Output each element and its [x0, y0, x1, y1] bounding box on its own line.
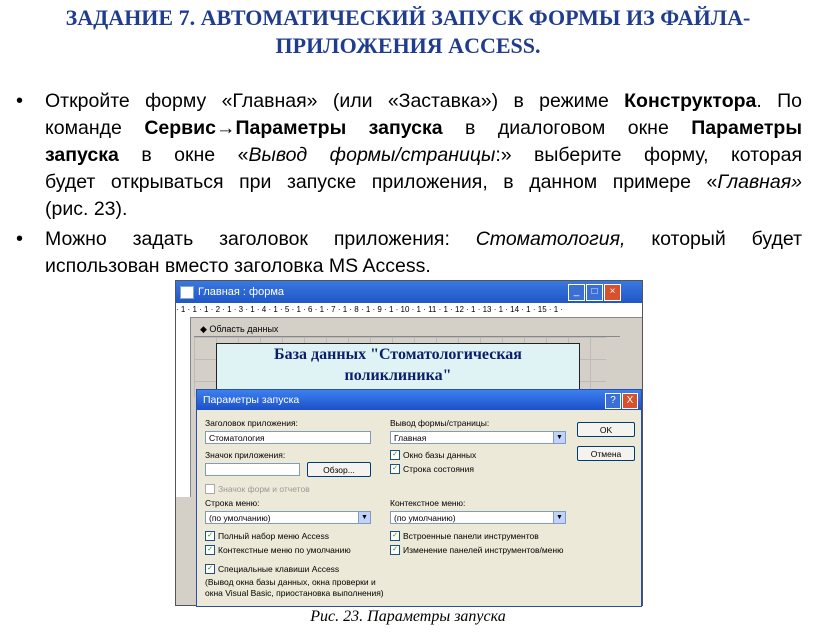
context-menu-label: Контекстное меню:	[390, 498, 466, 508]
b1-line2: команде Сервис→Параметры запуска в диало…	[45, 117, 802, 139]
special-keys-label: Специальные клавиши Access	[218, 564, 340, 574]
minimize-icon[interactable]: _	[568, 284, 585, 301]
builtin-toolbars-label: Встроенные панели инструментов	[403, 531, 539, 541]
startup-dialog: Параметры запуска ? X Заголовок приложен…	[196, 389, 642, 607]
icon-forms-checkbox[interactable]	[205, 484, 215, 494]
heading-line1: ЗАДАНИЕ 7. АВТОМАТИЧЕСКИЙ ЗАПУСК ФОРМЫ И…	[65, 5, 751, 30]
help-icon[interactable]: ?	[605, 393, 621, 409]
label-line1: База данных "Стоматологическая	[274, 346, 522, 363]
b1-line4: будет открываться при запуске приложения…	[45, 171, 802, 193]
cancel-button[interactable]: Отмена	[577, 446, 635, 461]
context-menu-value: (по умолчанию)	[394, 513, 456, 523]
dialog-titlebar: Параметры запуска ? X	[197, 390, 641, 410]
b2-line1: Можно задать заголовок приложения: Стома…	[45, 228, 802, 250]
special-keys-note-1: (Вывод окна базы данных, окна проверки и	[205, 577, 376, 587]
context-default-checkbox[interactable]: ✓	[205, 545, 215, 555]
form-icon	[180, 286, 194, 299]
app-icon-label: Значок приложения:	[205, 450, 286, 460]
close-icon[interactable]: ×	[604, 284, 621, 301]
special-keys-checkbox[interactable]: ✓	[205, 564, 215, 574]
b1-line5: (рис. 23).	[45, 198, 128, 220]
status-bar-label: Строка состояния	[403, 464, 474, 474]
app-title-label: Заголовок приложения:	[205, 418, 298, 428]
full-menus-label: Полный набор меню Access	[218, 531, 330, 541]
browse-button[interactable]: Обзор...	[307, 462, 371, 477]
section-detail-header[interactable]: ◆ Область данных	[194, 323, 620, 337]
b1-line3: запуска в окне «Вывод формы/страницы:» в…	[45, 144, 802, 166]
bullet-mark: •	[16, 90, 24, 112]
dialog-title: Параметры запуска	[203, 394, 300, 406]
heading-line2: ПРИЛОЖЕНИЯ ACCESS.	[275, 33, 541, 58]
display-form-value: Главная	[394, 433, 427, 443]
menu-bar-value: (по умолчанию)	[209, 513, 271, 523]
context-menu-select[interactable]: (по умолчанию) ▼	[390, 511, 566, 524]
horizontal-ruler: · 1 · 1 · 1 · 2 · 1 · 3 · 1 · 4 · 1 · 5 …	[176, 303, 642, 318]
database-title-label[interactable]: База данных "Стоматологическая поликлини…	[216, 343, 580, 391]
db-window-checkbox[interactable]: ✓	[390, 450, 400, 460]
bullet-mark: •	[16, 228, 24, 250]
figure-caption: Рис. 23. Параметры запуска	[310, 608, 506, 625]
ok-button[interactable]: OK	[577, 422, 635, 437]
bullet-1: • Откройте форму «Главная» (или «Заставк…	[16, 88, 802, 223]
display-form-label: Вывод формы/страницы:	[390, 418, 490, 428]
db-window-label: Окно базы данных	[403, 450, 477, 460]
toolbar-changes-label: Изменение панелей инструментов/меню	[403, 545, 564, 555]
menu-bar-select[interactable]: (по умолчанию) ▼	[205, 511, 371, 524]
b2-line2: использован вместо заголовка MS Access.	[45, 255, 431, 277]
vertical-ruler	[176, 317, 191, 497]
display-form-select[interactable]: Главная ▼	[390, 431, 566, 444]
maximize-icon[interactable]: □	[586, 284, 603, 301]
context-default-label: Контекстные меню по умолчанию	[218, 545, 351, 555]
special-keys-note-2: окна Visual Basic, приостановка выполнен…	[205, 588, 384, 598]
chevron-down-icon: ▼	[553, 432, 565, 443]
icon-forms-label: Значок форм и отчетов	[218, 484, 310, 494]
form-window-titlebar: Главная : форма _ □ ×	[176, 281, 642, 303]
label-line2: поликлиника"	[344, 367, 452, 384]
full-menus-checkbox[interactable]: ✓	[205, 531, 215, 541]
close-icon[interactable]: X	[622, 393, 638, 409]
chevron-down-icon: ▼	[358, 512, 370, 523]
form-window-title: Главная : форма	[198, 286, 285, 298]
b1-line1: Откройте форму «Главная» (или «Заставка»…	[45, 90, 802, 112]
builtin-toolbars-checkbox[interactable]: ✓	[390, 531, 400, 541]
app-title-input[interactable]: Стоматология	[205, 431, 371, 444]
chevron-down-icon: ▼	[553, 512, 565, 523]
status-bar-checkbox[interactable]: ✓	[390, 464, 400, 474]
heading: ЗАДАНИЕ 7. АВТОМАТИЧЕСКИЙ ЗАПУСК ФОРМЫ И…	[0, 4, 816, 60]
toolbar-changes-checkbox[interactable]: ✓	[390, 545, 400, 555]
app-icon-input[interactable]	[205, 463, 300, 476]
menu-bar-label: Строка меню:	[205, 498, 260, 508]
bullet-2: • Можно задать заголовок приложения: Сто…	[16, 226, 802, 280]
